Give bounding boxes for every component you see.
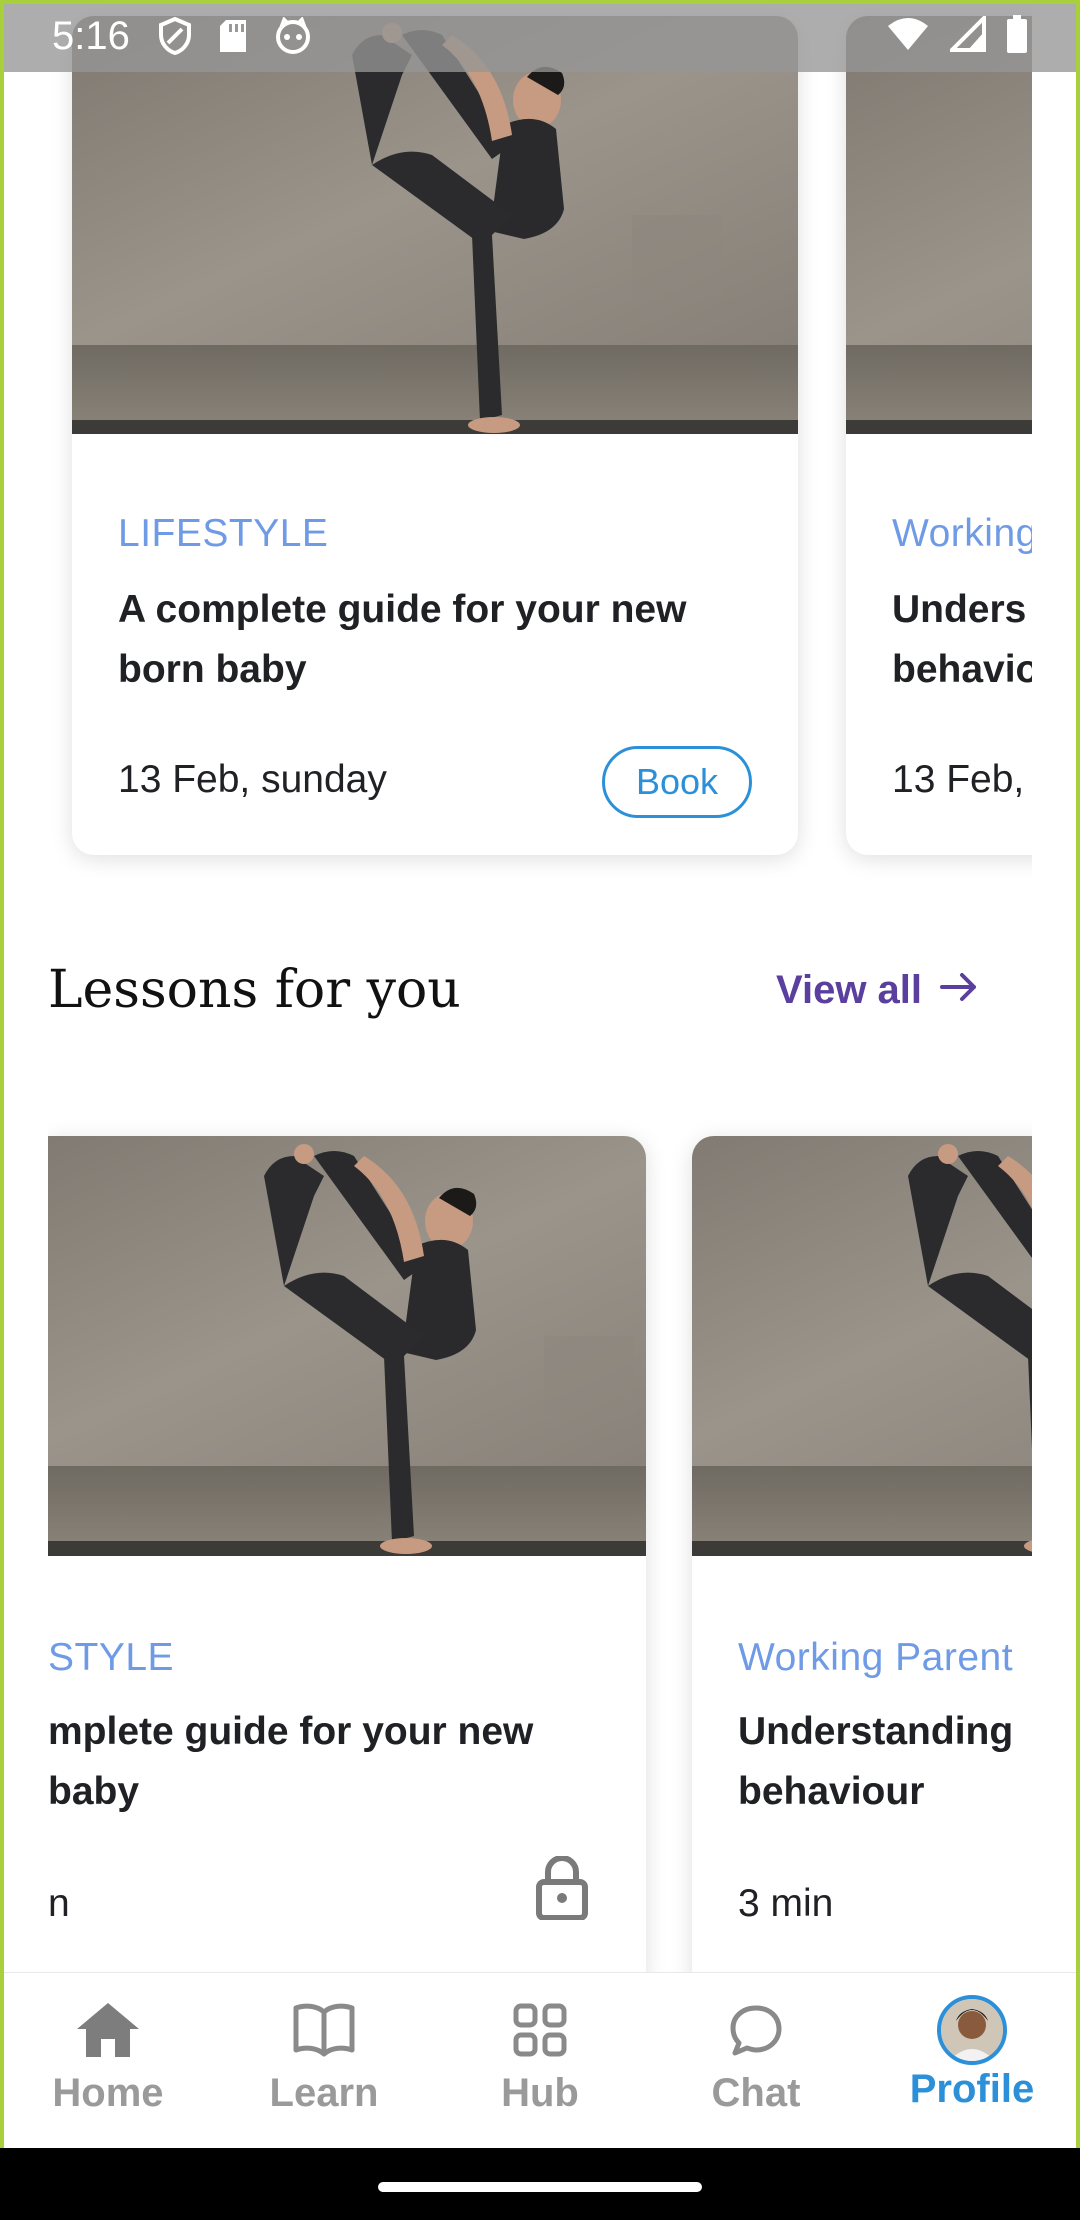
- lesson-card[interactable]: STYLE mplete guide for your new baby n: [48, 1136, 646, 1996]
- card-title-line1: Unders: [892, 588, 1027, 631]
- home-gesture-pill[interactable]: [378, 2182, 702, 2192]
- bottom-nav: Home Learn Hub Chat Profile: [0, 1972, 1080, 2148]
- nav-hub[interactable]: Hub: [432, 1973, 648, 2148]
- view-all-link[interactable]: View all: [776, 968, 978, 1013]
- nav-label: Chat: [711, 2071, 801, 2115]
- card-title-line1: mplete guide for your new: [48, 1710, 534, 1753]
- card-title: mplete guide for your new baby: [48, 1702, 533, 1822]
- wifi-icon: [886, 16, 930, 57]
- card-title-line2: baby: [48, 1770, 140, 1813]
- lock-icon: [536, 1855, 588, 1925]
- card-date: 13 Feb, sunday: [118, 758, 387, 801]
- card-title: Understanding behaviour: [738, 1702, 1013, 1822]
- nav-label: Profile: [909, 2067, 1035, 2111]
- event-card[interactable]: LIFESTYLE A complete guide for your new …: [72, 16, 798, 855]
- lesson-duration: 3 min: [738, 1882, 834, 1925]
- card-category: Working Parent: [738, 1636, 1014, 1679]
- view-all-label: View all: [776, 968, 923, 1012]
- nav-profile[interactable]: Profile: [864, 1973, 1080, 2148]
- shield-icon: [158, 17, 192, 55]
- card-title-line2: behaviour: [738, 1770, 925, 1813]
- nav-learn[interactable]: Learn: [216, 1973, 432, 2148]
- book-icon: [292, 1995, 356, 2065]
- card-title-line1: Understanding: [738, 1710, 1014, 1753]
- cat-face-icon: [274, 17, 312, 55]
- card-title-line2: born baby: [118, 648, 307, 691]
- status-bar: 5:16: [0, 0, 1080, 72]
- section-title: Lessons for you: [48, 960, 461, 1020]
- card-title: A complete guide for your new born baby: [118, 580, 686, 700]
- nav-label: Home: [52, 2071, 164, 2115]
- right-edge-mask: [1032, 0, 1080, 1972]
- avatar: [937, 1995, 1007, 2065]
- battery-icon: [1006, 14, 1028, 58]
- gesture-bar: [0, 2148, 1080, 2220]
- card-category: LIFESTYLE: [118, 512, 329, 555]
- home-icon: [75, 1995, 141, 2065]
- signal-icon: [947, 12, 986, 57]
- arrow-right-icon: [940, 968, 978, 1013]
- card-image: [72, 16, 798, 434]
- sd-card-icon: [218, 18, 248, 54]
- status-time: 5:16: [52, 13, 130, 58]
- nav-home[interactable]: Home: [0, 1973, 216, 2148]
- profile-avatar-wrap: [937, 1995, 1007, 2065]
- nav-label: Learn: [269, 2071, 379, 2115]
- lesson-card[interactable]: Working Parent Understanding behaviour 3…: [692, 1136, 1080, 1996]
- lesson-duration: n: [48, 1882, 70, 1925]
- grid-icon: [512, 1995, 568, 2065]
- card-image: [48, 1136, 646, 1556]
- chat-bubble-icon: [729, 1995, 783, 2065]
- card-category: Working: [892, 512, 1038, 555]
- left-edge-mask: [0, 1100, 48, 1972]
- card-title-line2: behavio: [892, 648, 1040, 691]
- nav-label: Hub: [501, 2071, 579, 2115]
- nav-chat[interactable]: Chat: [648, 1973, 864, 2148]
- card-title: Unders behavio: [892, 580, 1039, 700]
- card-date: 13 Feb,: [892, 758, 1025, 801]
- card-image: [692, 1136, 1080, 1556]
- book-button[interactable]: Book: [602, 746, 752, 818]
- card-category: STYLE: [48, 1636, 175, 1679]
- card-title-line1: A complete guide for your new: [118, 588, 687, 631]
